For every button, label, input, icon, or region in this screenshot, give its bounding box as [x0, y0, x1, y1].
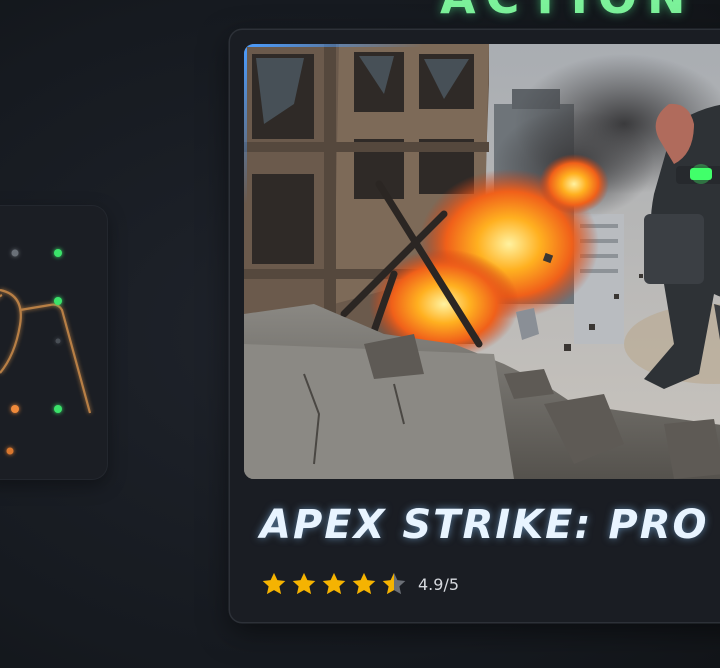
star-full-icon — [352, 572, 376, 595]
section-title: ACTION — [440, 0, 695, 24]
star-full-icon — [292, 572, 316, 595]
game-thumbnail[interactable] — [244, 44, 720, 479]
rating-value: 4.9/5 — [418, 574, 460, 594]
rating: 4.9/5 — [260, 570, 459, 598]
game-card[interactable]: APEX STRIKE: PRO 4.9/5 — [230, 30, 720, 622]
game-art-image — [244, 44, 720, 479]
star-full-icon — [322, 572, 346, 595]
star-half-icon — [382, 572, 406, 595]
star-full-icon — [262, 572, 286, 595]
rating-stars — [260, 570, 408, 598]
game-title: APEX STRIKE: PRO — [260, 502, 709, 548]
controller-circuit-icon — [0, 249, 92, 455]
side-game-card[interactable] — [0, 205, 108, 480]
